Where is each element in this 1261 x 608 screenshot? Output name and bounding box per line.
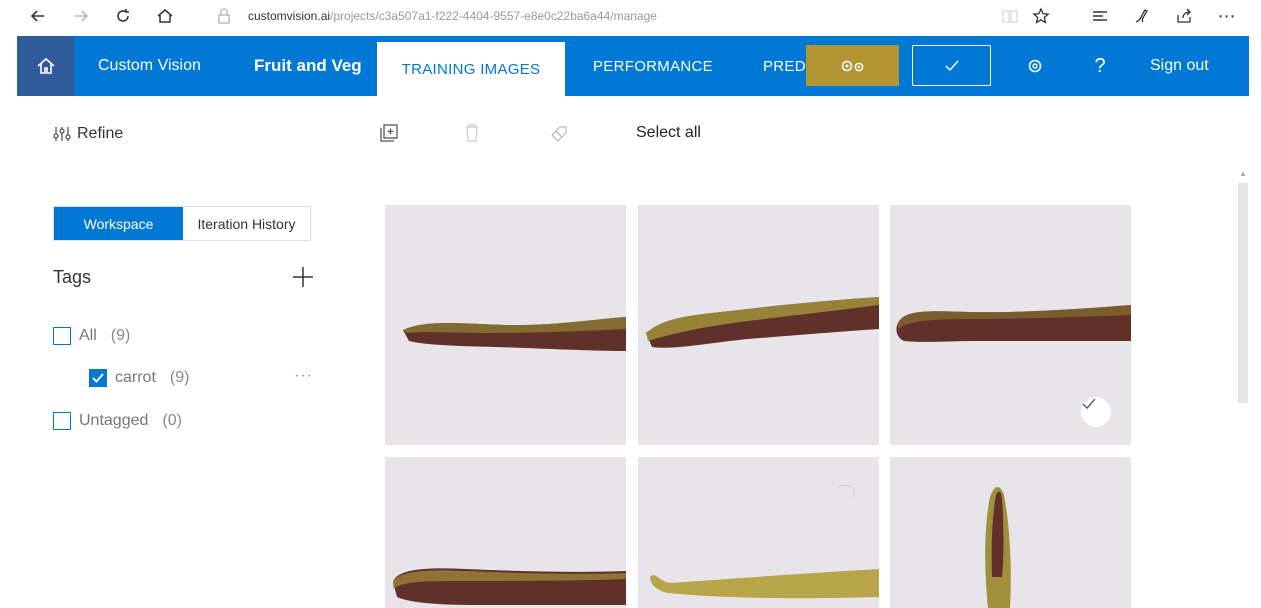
quick-test-button[interactable] <box>912 45 991 86</box>
lock-icon <box>218 8 230 24</box>
image-thumbnail[interactable] <box>385 457 626 608</box>
image-thumbnail-selected[interactable] <box>890 205 1131 445</box>
tab-performance[interactable]: PERFORMANCE <box>593 36 713 96</box>
url-path: /projects/c3a507a1-f222-4404-9557-e8e0c2… <box>330 9 657 23</box>
reading-view-icon[interactable] <box>998 4 1022 28</box>
tag-all-count: (9) <box>110 327 131 344</box>
tag-row-all[interactable]: All (9) <box>53 325 130 347</box>
scrollbar-thumb[interactable] <box>1238 183 1248 403</box>
scroll-up-arrow-icon[interactable]: ▲ <box>1238 169 1248 179</box>
favorite-star-icon[interactable] <box>1029 4 1053 28</box>
forward-arrow-icon[interactable] <box>69 4 93 28</box>
project-name[interactable]: Fruit and Veg <box>254 36 362 96</box>
carrot-photo <box>393 568 626 605</box>
workspace-tab[interactable]: Workspace <box>54 207 183 240</box>
tag-row-carrot[interactable]: carrot (9) <box>89 367 189 389</box>
tag-carrot-count: (9) <box>169 369 190 386</box>
home-icon <box>36 57 55 74</box>
hub-icon[interactable] <box>1088 4 1112 28</box>
tag-eraser-icon[interactable] <box>548 122 570 144</box>
carrot-photo <box>646 297 879 348</box>
checkmark-icon <box>1082 398 1096 410</box>
browser-toolbar: customvision.ai/projects/c3a507a1-f222-4… <box>0 0 1261 32</box>
add-tag-plus-icon[interactable] <box>290 264 316 290</box>
address-bar[interactable]: customvision.ai/projects/c3a507a1-f222-4… <box>248 4 657 28</box>
app-header: Custom Vision Fruit and Veg TRAINING IMA… <box>17 36 1249 96</box>
tags-heading: Tags <box>53 267 92 287</box>
image-thumbnail[interactable] <box>638 205 879 445</box>
tag-untagged-label: Untagged <box>79 412 149 429</box>
add-images-icon[interactable] <box>378 122 400 144</box>
pen-icon[interactable] <box>1130 4 1154 28</box>
home-icon[interactable] <box>153 4 177 28</box>
tag-carrot-label: carrot <box>115 369 156 386</box>
workspace-toggle: Workspace Iteration History <box>53 206 311 241</box>
delete-trash-icon[interactable] <box>461 122 483 144</box>
back-arrow-icon[interactable] <box>26 4 50 28</box>
carrot-photo <box>650 484 879 599</box>
carrot-photo <box>985 486 1011 608</box>
image-thumbnail[interactable] <box>385 205 626 445</box>
refine-button[interactable]: Refine <box>53 122 123 146</box>
more-dots-icon[interactable]: ⋯ <box>1215 4 1239 28</box>
product-name[interactable]: Custom Vision <box>98 36 201 96</box>
refresh-icon[interactable] <box>111 4 135 28</box>
sign-out-link[interactable]: Sign out <box>1150 36 1209 96</box>
train-button[interactable] <box>806 45 899 86</box>
tag-row-untagged[interactable]: Untagged (0) <box>53 410 182 432</box>
iteration-history-tab[interactable]: Iteration History <box>183 207 310 240</box>
tag-all-label: All <box>79 327 97 344</box>
checkmark-icon <box>92 373 104 383</box>
tab-predictions[interactable]: PREDI <box>763 36 810 96</box>
home-button[interactable] <box>17 36 74 96</box>
tag-carrot-checkbox[interactable] <box>89 369 107 387</box>
share-icon[interactable] <box>1172 4 1196 28</box>
tag-untagged-count: (0) <box>162 412 182 429</box>
select-all-button[interactable]: Select all <box>636 124 701 142</box>
filter-sliders-icon <box>53 127 71 141</box>
carrot-photo <box>403 317 626 351</box>
tag-more-options-icon[interactable]: ··· <box>294 367 313 385</box>
selected-check-badge <box>1081 397 1111 427</box>
settings-gear-icon[interactable] <box>1020 36 1050 96</box>
tag-all-checkbox[interactable] <box>53 327 71 345</box>
tab-training-images[interactable]: TRAINING IMAGES <box>377 42 565 96</box>
refine-label: Refine <box>77 125 124 142</box>
image-thumbnail[interactable] <box>638 457 879 608</box>
checkmark-icon <box>945 60 959 71</box>
help-icon[interactable]: ? <box>1085 36 1115 96</box>
tag-untagged-checkbox[interactable] <box>53 412 71 430</box>
url-host: customvision.ai <box>248 9 331 23</box>
gears-icon <box>841 60 863 71</box>
image-thumbnail[interactable] <box>890 457 1131 608</box>
